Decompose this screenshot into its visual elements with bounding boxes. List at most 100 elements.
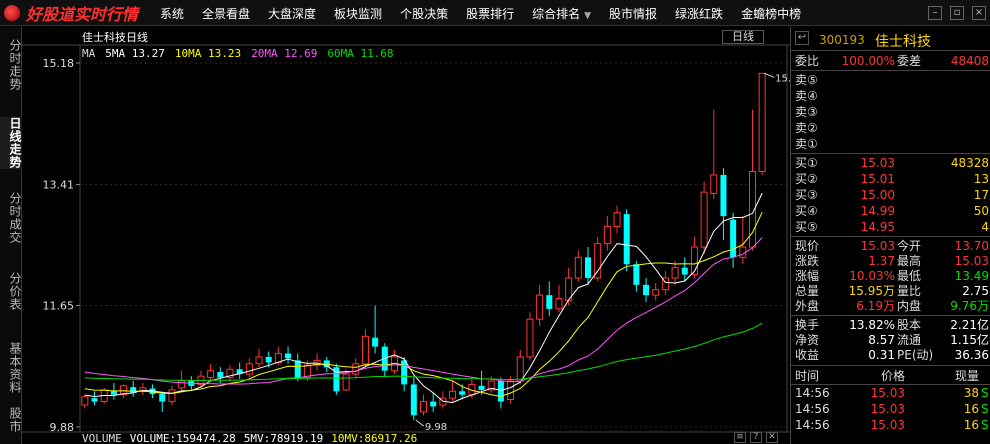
- tab-0[interactable]: 分时走势: [0, 39, 22, 91]
- candle-body: [671, 267, 679, 279]
- menu-item-4[interactable]: 个股决策: [400, 5, 448, 22]
- candle-body: [584, 257, 591, 278]
- fundamental-label: 股本: [897, 318, 922, 332]
- weicha-label: 委差: [897, 54, 922, 68]
- ma-legend-item: 5MA 13.27: [105, 47, 165, 60]
- menu-item-5[interactable]: 股票排行: [466, 5, 514, 22]
- tab-3[interactable]: 分价表: [0, 272, 22, 311]
- menu-item-3[interactable]: 板块监测: [334, 5, 382, 22]
- candle-body: [497, 380, 504, 402]
- ask-label: 卖④: [795, 89, 818, 103]
- app-logo: 好股道实时行情: [0, 0, 138, 26]
- stat-label: 最高: [897, 254, 922, 268]
- kline-chart[interactable]: 15.18 13.41 11.65 9.88 15.03 9.98: [22, 27, 790, 444]
- ticks-header: 时间 价格 现量: [791, 368, 990, 384]
- stat-label: 涨跌: [795, 254, 820, 268]
- fundamental-row: 收益 0.31 PE(动) 36.36: [791, 347, 990, 363]
- annotation-pointer: [415, 419, 425, 427]
- close-icon[interactable]: ✕: [766, 432, 778, 443]
- tab-4[interactable]: 基本资料: [0, 342, 22, 394]
- bid-row: 买② 15.01 13: [791, 171, 990, 187]
- bid-price: 14.99: [860, 204, 895, 218]
- chart-title: 佳士科技日线: [82, 31, 148, 44]
- divider: [791, 153, 990, 154]
- restore-icon[interactable]: ▫: [950, 6, 964, 20]
- candle-body: [217, 372, 224, 378]
- y-tick-label: 15.18: [43, 57, 75, 70]
- period-button[interactable]: 日线: [722, 30, 764, 44]
- stat-value: 1.37: [868, 254, 895, 268]
- bid-label: 买④: [795, 204, 818, 218]
- bid-row: 买④ 14.99 50: [791, 203, 990, 219]
- weibi-label: 委比: [795, 54, 820, 68]
- fundamental-label: 流通: [897, 333, 922, 347]
- candle-body: [526, 318, 534, 358]
- minimize-icon[interactable]: –: [928, 6, 942, 20]
- quote-panel: ↩ 300193 佳士科技 委比 100.00% 委差 48408 卖⑤ 卖④ 卖③ 卖② 卖①…: [790, 27, 990, 444]
- candle-body: [681, 267, 688, 275]
- app-title: 好股道实时行情: [26, 5, 139, 24]
- stat-label: 量比: [897, 284, 922, 298]
- menu-item-1[interactable]: 全景看盘: [202, 5, 250, 22]
- stock-code: 300193: [819, 33, 865, 47]
- ask-row: 卖②: [791, 120, 990, 136]
- candle-body: [410, 384, 417, 416]
- menu-icon[interactable]: ≡: [734, 432, 746, 443]
- candle-body: [430, 401, 437, 407]
- candle-body: [478, 385, 485, 390]
- bid-volume: 4: [981, 220, 989, 234]
- tab-5[interactable]: 股市: [0, 407, 22, 433]
- fundamental-value: 0.31: [868, 348, 895, 362]
- volume-legend-item: VOLUME:159474.28: [129, 432, 236, 444]
- stat-label: 内盘: [897, 299, 922, 313]
- tab-2[interactable]: 分时成交: [0, 192, 22, 244]
- tick-price: 15.03: [870, 418, 905, 432]
- menu-item-0[interactable]: 系统: [160, 5, 184, 22]
- candle-body: [294, 360, 301, 378]
- divider: [791, 236, 990, 237]
- menu-item-6[interactable]: 综合排名: [532, 7, 580, 21]
- stat-row: 涨跌 1.37 最高 15.03: [791, 253, 990, 269]
- bid-volume: 13: [973, 172, 989, 186]
- candle-body: [352, 363, 360, 375]
- bid-volume: 17: [973, 188, 989, 202]
- fundamental-value: 2.21亿: [950, 318, 989, 332]
- fundamental-row: 净资 8.57 流通 1.15亿: [791, 332, 990, 348]
- chart-tools: ≡? ✕: [734, 432, 778, 443]
- bid-price: 14.95: [860, 220, 895, 234]
- y-tick-label: 13.41: [43, 179, 75, 192]
- back-arrow-icon[interactable]: ↩: [795, 31, 809, 45]
- ticks-header-price: 价格: [880, 369, 905, 383]
- help-icon[interactable]: ?: [750, 432, 762, 443]
- ticks-header-qty: 现量: [954, 369, 979, 383]
- ask-label: 卖③: [795, 105, 818, 119]
- weibi-value: 100.00%: [841, 54, 895, 68]
- fundamental-label: 净资: [795, 333, 820, 347]
- candle-body: [758, 72, 766, 173]
- stat-value: 6.19万: [856, 299, 895, 313]
- close-icon[interactable]: ×: [972, 6, 986, 20]
- stock-header: ↩ 300193 佳士科技: [791, 27, 990, 51]
- candle-body: [81, 396, 89, 406]
- menu-item-dropdown[interactable]: 综合排名 ▼: [532, 5, 591, 22]
- tick-direction: S: [981, 402, 989, 416]
- candle-body: [255, 356, 263, 365]
- tab-1[interactable]: 日线走势: [0, 117, 22, 169]
- candle-body: [643, 284, 650, 296]
- menu-item-9[interactable]: 金蟾榜中榜: [741, 5, 801, 22]
- candle-body: [594, 243, 602, 279]
- candle-body: [574, 256, 582, 279]
- weicha-value: 48408: [950, 54, 989, 68]
- tick-qty: 16: [963, 418, 979, 432]
- divider: [791, 70, 990, 71]
- menu-item-7[interactable]: 股市情报: [609, 5, 657, 22]
- stat-row: 现价 15.03 今开 13.70: [791, 238, 990, 254]
- fundamental-label: 换手: [795, 318, 820, 332]
- stat-value: 15.03: [860, 239, 895, 253]
- stat-value: 2.75: [962, 284, 989, 298]
- menu-item-2[interactable]: 大盘深度: [268, 5, 316, 22]
- ask-label: 卖⑤: [795, 73, 818, 87]
- candle-body: [652, 289, 660, 296]
- candle-body: [265, 356, 272, 363]
- menu-item-8[interactable]: 绿涨红跌: [675, 5, 723, 22]
